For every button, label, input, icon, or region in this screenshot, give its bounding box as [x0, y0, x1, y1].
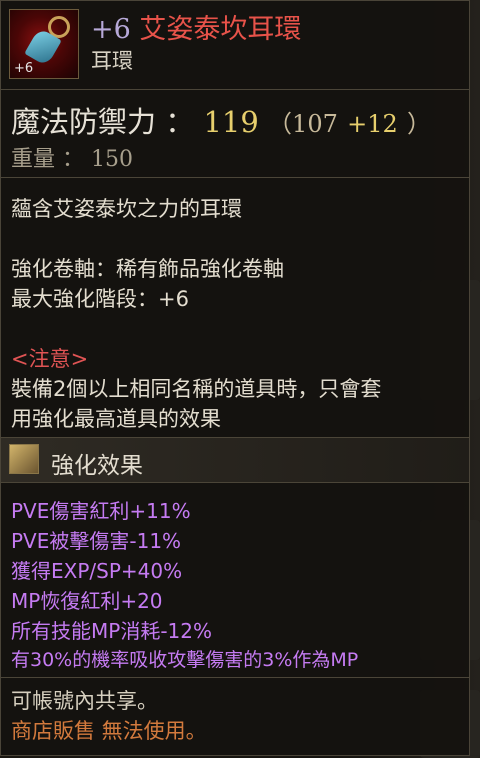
effect-line: PVE傷害紅利+11%	[11, 499, 191, 523]
item-name: 艾姿泰坎耳環	[139, 14, 302, 45]
item-tooltip: +6 +6 艾姿泰坎耳環 耳環 魔法防禦力 ： 119 （107 +12 ） 重…	[0, 0, 470, 756]
stat-base-close: ）	[406, 110, 431, 138]
account-share-note: 可帳號內共享。	[11, 689, 158, 713]
max-enhance-line: 最大強化階段：+6	[11, 287, 189, 311]
item-description: 蘊含艾姿泰坎之力的耳環	[11, 197, 242, 221]
stat-colon: ：	[165, 105, 195, 139]
effect-line: 有30%的機率吸收攻擊傷害的3%作為MP	[11, 649, 359, 671]
enhance-hammer-icon	[9, 444, 39, 474]
divider	[1, 89, 469, 90]
divider	[1, 677, 469, 678]
effect-line: 獲得EXP/SP+40%	[11, 559, 183, 583]
enhance-effects-title: 強化效果	[51, 453, 143, 479]
item-type: 耳環	[91, 49, 133, 73]
notice-header: <注意>	[11, 347, 89, 371]
weight-colon: ：	[62, 147, 85, 172]
notice-line: 裝備2個以上相同名稱的道具時，只會套	[11, 377, 382, 401]
stat-base-open: （107	[268, 110, 338, 138]
shop-sale-note: 商店販售 無法使用。	[11, 719, 207, 743]
enhance-effects-header-bar: 強化效果	[1, 437, 469, 483]
enhance-level-badge: +6	[14, 61, 34, 76]
divider	[1, 177, 469, 178]
effect-line: PVE被擊傷害-11%	[11, 529, 182, 553]
magic-defense-stat: 魔法防禦力 ： 119 （107 +12 ）	[11, 99, 431, 141]
notice-line: 用強化最高道具的效果	[11, 407, 221, 431]
earring-icon: +6	[9, 9, 79, 79]
effect-line: 所有技能MP消耗-12%	[11, 619, 212, 643]
weight-value: 150	[91, 147, 134, 172]
item-enhance-prefix: +6	[91, 14, 131, 45]
item-title: +6 艾姿泰坎耳環	[91, 7, 301, 46]
enhance-scroll-line: 強化卷軸：稀有飾品強化卷軸	[11, 257, 284, 281]
stat-bonus: +12	[347, 110, 398, 138]
effect-line: MP恢復紅利+20	[11, 589, 163, 613]
stat-value: 119	[203, 105, 259, 139]
weight-stat: 重量 ： 150	[11, 141, 133, 173]
weight-label: 重量	[11, 147, 56, 172]
stat-label: 魔法防禦力	[11, 105, 157, 139]
